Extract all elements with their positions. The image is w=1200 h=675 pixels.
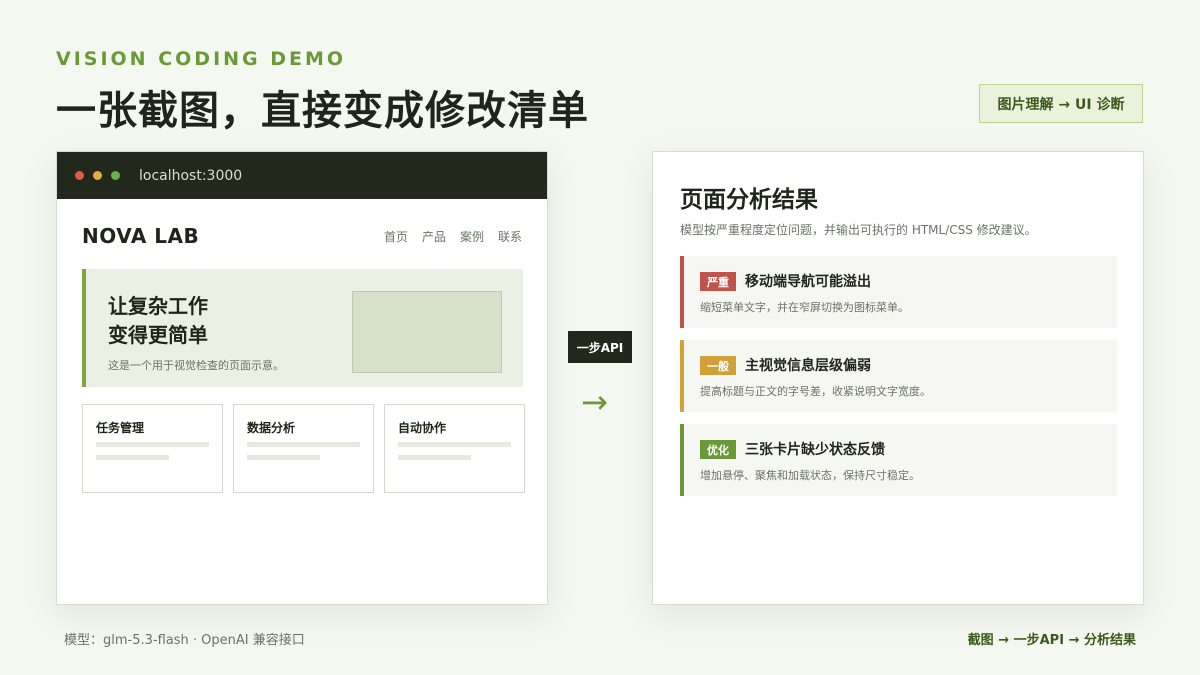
nav-item-contact[interactable]: 联系 [498, 228, 522, 245]
feature-cards: 任务管理 数据分析 自动协作 [82, 404, 525, 493]
site-header: NOVA LAB 首页 产品 案例 联系 [82, 224, 522, 248]
issue-title: 主视觉信息层级偏弱 [745, 358, 871, 374]
card-title: 自动协作 [398, 421, 447, 435]
card-placeholder-line [398, 442, 511, 447]
severity-badge: 优化 [700, 440, 736, 459]
card-placeholder-line [96, 442, 209, 447]
close-dot-icon [75, 171, 84, 180]
hero-image-placeholder [352, 291, 502, 373]
api-badge: 一步API [568, 331, 632, 363]
panel-subtitle: 模型按严重程度定位问题，并输出可执行的 HTML/CSS 修改建议。 [680, 223, 1037, 237]
severity-badge: 一般 [700, 356, 736, 375]
issue-item-critical: 严重 移动端导航可能溢出 缩短菜单文字，并在窄屏切换为图标菜单。 [680, 256, 1117, 328]
issue-title: 移动端导航可能溢出 [745, 274, 871, 290]
severity-badge: 严重 [700, 272, 736, 291]
issue-item-normal: 一般 主视觉信息层级偏弱 提高标题与正文的字号差，收紧说明文字宽度。 [680, 340, 1117, 412]
address-bar-url: localhost:3000 [139, 167, 243, 184]
model-info: 模型：glm-5.3-flash · OpenAI 兼容接口 [64, 633, 305, 648]
hero-section: 让复杂工作 变得更简单 这是一个用于视觉检查的页面示意。 [82, 269, 523, 387]
minimize-dot-icon [93, 171, 102, 180]
nav-item-products[interactable]: 产品 [422, 228, 446, 245]
issue-description: 增加悬停、聚焦和加载状态，保持尺寸稳定。 [700, 469, 920, 482]
hero-title-line2: 变得更简单 [108, 323, 208, 347]
analysis-panel: 页面分析结果 模型按严重程度定位问题，并输出可执行的 HTML/CSS 修改建议… [652, 151, 1144, 605]
issue-description: 提高标题与正文的字号差，收紧说明文字宽度。 [700, 385, 931, 398]
feature-card[interactable]: 数据分析 [233, 404, 374, 493]
card-title: 任务管理 [96, 421, 145, 435]
site-nav: 首页 产品 案例 联系 [370, 228, 522, 245]
feature-card[interactable]: 任务管理 [82, 404, 223, 493]
issue-item-optimize: 优化 三张卡片缺少状态反馈 增加悬停、聚焦和加载状态，保持尺寸稳定。 [680, 424, 1117, 496]
nav-item-home[interactable]: 首页 [384, 228, 408, 245]
nav-item-cases[interactable]: 案例 [460, 228, 484, 245]
hero-title: 让复杂工作 变得更简单 [108, 292, 308, 350]
card-placeholder-line [398, 455, 471, 460]
feature-card[interactable]: 自动协作 [384, 404, 525, 493]
panel-title: 页面分析结果 [680, 187, 818, 213]
page-title: 一张截图，直接变成修改清单 [56, 88, 589, 134]
issue-title: 三张卡片缺少状态反馈 [745, 442, 885, 458]
browser-mockup: localhost:3000 NOVA LAB 首页 产品 案例 联系 让复杂工… [56, 151, 548, 605]
hero-title-line1: 让复杂工作 [108, 294, 208, 318]
card-placeholder-line [247, 455, 320, 460]
card-title: 数据分析 [247, 421, 296, 435]
card-placeholder-line [96, 455, 169, 460]
eyebrow-label: VISION CODING DEMO [56, 48, 347, 70]
browser-titlebar: localhost:3000 [57, 152, 547, 199]
card-placeholder-line [247, 442, 360, 447]
hero-subtitle: 这是一个用于视觉检查的页面示意。 [108, 359, 284, 372]
maximize-dot-icon [111, 171, 120, 180]
issue-description: 缩短菜单文字，并在窄屏切换为图标菜单。 [700, 301, 909, 314]
arrow-right-icon: → [581, 383, 608, 421]
mode-tag: 图片理解 → UI 诊断 [979, 84, 1143, 123]
pipeline-caption: 截图 → 一步API → 分析结果 [967, 633, 1136, 648]
site-logo: NOVA LAB [82, 224, 200, 248]
